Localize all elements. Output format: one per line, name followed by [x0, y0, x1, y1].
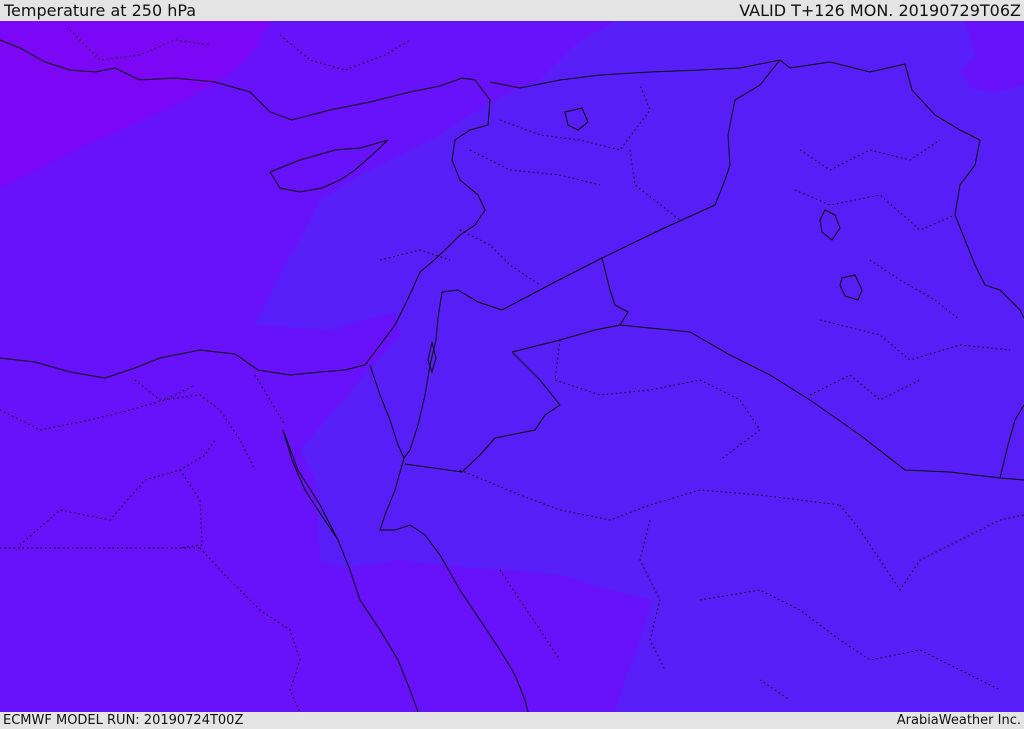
- valid-time: VALID T+126 MON. 20190729T06Z: [739, 1, 1021, 20]
- map-title: Temperature at 250 hPa: [4, 1, 197, 20]
- credit: ArabiaWeather Inc.: [896, 713, 1021, 728]
- weather-map[interactable]: [0, 21, 1024, 712]
- model-run: ECMWF MODEL RUN: 20190724T00Z: [3, 713, 244, 728]
- footer-bar: ECMWF MODEL RUN: 20190724T00Z ArabiaWeat…: [0, 712, 1024, 729]
- header-bar: Temperature at 250 hPa VALID T+126 MON. …: [0, 0, 1024, 21]
- map-canvas: [0, 21, 1024, 712]
